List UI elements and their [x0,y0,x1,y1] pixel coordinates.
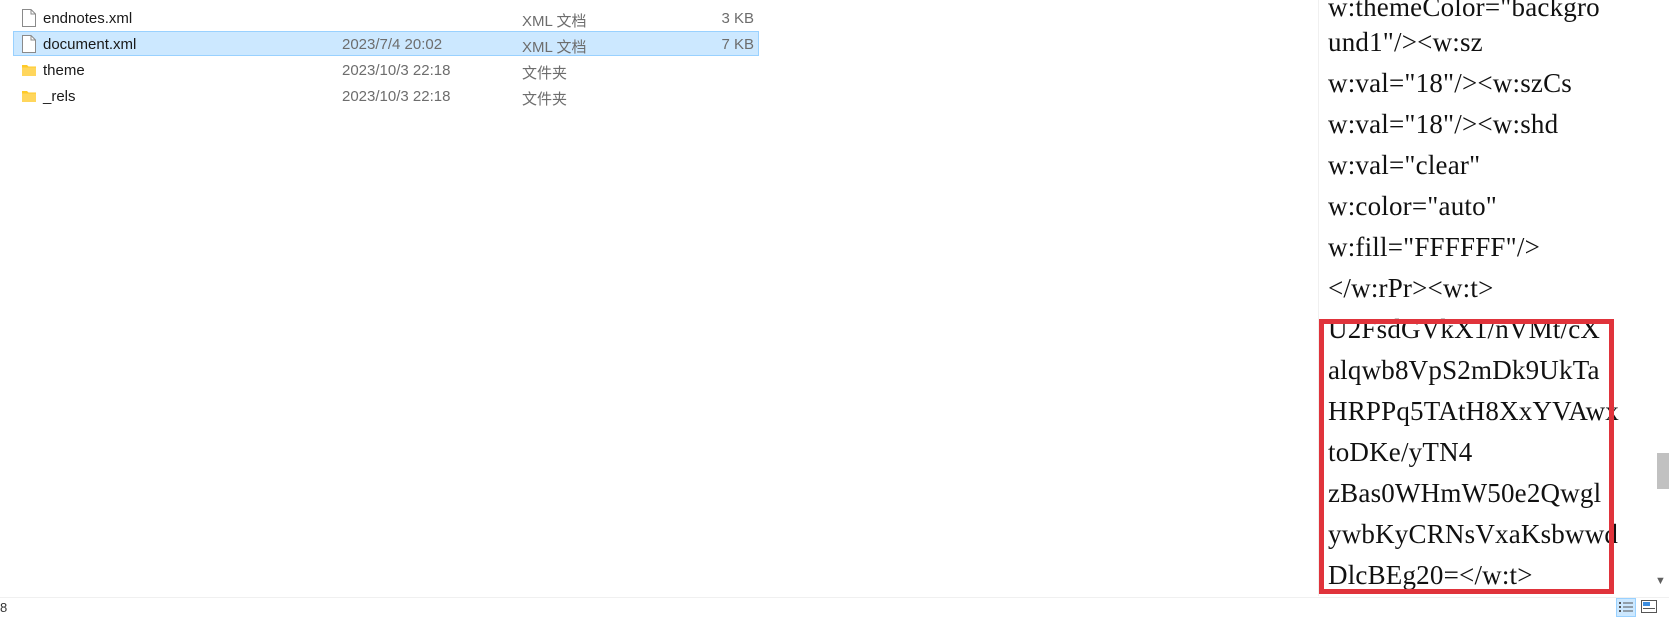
xml-line: w:val="clear" [1328,150,1481,180]
xml-line: toDKe/yTN4 [1328,437,1473,467]
details-view-icon [1619,602,1633,612]
file-name: _rels [43,88,76,105]
file-size: 3 KB [721,10,754,27]
file-size: 7 KB [721,36,754,53]
xml-line: HRPPq5TAtH8XxYVAwx [1328,396,1620,426]
scrollbar-thumb[interactable] [1657,453,1669,489]
file-date: 2023/7/4 20:02 [342,36,443,53]
xml-line: w:val="18"/><w:szCs [1328,68,1573,98]
xml-line: w:fill="FFFFFF"/> [1328,232,1540,262]
status-bar: 8 [0,597,1669,619]
folder-icon [21,61,37,79]
preview-view-button[interactable] [1640,598,1660,617]
xml-line: und1"/><w:sz [1328,27,1483,57]
file-list: endnotes.xml XML 文档 3 KB document.xml 20… [0,0,780,600]
file-name: document.xml [43,36,137,53]
file-row-rels[interactable]: _rels 2023/10/3 22:18 文件夹 [13,83,759,108]
file-name: theme [43,62,85,79]
xml-line: w:val="18"/><w:shd [1328,109,1559,139]
chevron-down-icon[interactable]: ▼ [1652,573,1669,590]
folder-icon [21,87,37,105]
pane-divider [1318,0,1319,596]
file-type: XML 文档 [522,13,587,30]
vertical-scrollbar[interactable] [1652,0,1669,596]
file-row-document[interactable]: document.xml 2023/7/4 20:02 XML 文档 7 KB [13,31,759,56]
xml-preview-pane[interactable]: w:themeColor="backgro und1"/><w:sz w:val… [1318,0,1652,596]
file-date: 2023/10/3 22:18 [342,62,451,79]
details-view-button[interactable] [1616,598,1636,617]
xml-file-icon [21,9,37,27]
xml-line: w:color="auto" [1328,191,1498,221]
xml-line: zBas0WHmW50e2Qwgl [1328,478,1602,508]
file-name: endnotes.xml [43,10,133,27]
file-row-theme[interactable]: theme 2023/10/3 22:18 文件夹 [13,57,759,82]
xml-line: ywbKyCRNsVxaKsbwwd [1328,519,1619,549]
xml-line: U2FsdGVkX1/nVMt/cX [1328,314,1601,344]
file-date: 2023/10/3 22:18 [342,88,451,105]
xml-line: DlcBEg20=</w:t> [1328,560,1533,590]
file-type: XML 文档 [522,39,587,56]
file-row-endnotes[interactable]: endnotes.xml XML 文档 3 KB [13,5,759,30]
xml-file-icon [21,35,37,53]
xml-line: </w:rPr><w:t> [1328,273,1494,303]
xml-line: alqwb8VpS2mDk9UkTa [1328,355,1600,385]
preview-view-icon [1641,600,1657,613]
file-type: 文件夹 [522,91,568,108]
item-count: 8 [0,600,8,615]
file-type: 文件夹 [522,65,568,82]
